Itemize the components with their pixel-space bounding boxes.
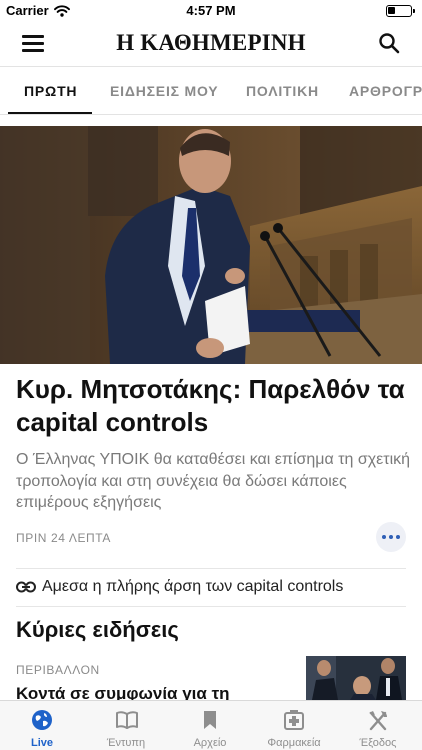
story-thumbnail[interactable] <box>306 656 406 700</box>
lead-story-summary: Ο Έλληνας ΥΠΟΙΚ θα καταθέσει και επίσημα… <box>16 451 411 511</box>
active-tab-indicator <box>8 112 92 114</box>
app-header: Η ΚΑΘΗΜΕΡΙΝΗ <box>0 22 422 66</box>
tab-live[interactable]: Live <box>0 701 84 750</box>
masthead-logo: Η ΚΑΘΗΜΕΡΙΝΗ <box>116 30 306 55</box>
tab-politiki[interactable]: ΠΟΛΙΤΙΚΗ <box>246 83 319 99</box>
main-news-heading: Κύριες ειδήσεις <box>16 617 179 642</box>
open-book-icon <box>116 711 138 729</box>
tab-entypi[interactable]: Έντυπη <box>84 701 168 750</box>
tab-exodos-label: Έξοδος <box>359 737 397 749</box>
tab-eidiseis-mou[interactable]: ΕΙΔΗΣΕΙΣ ΜΟΥ <box>110 83 218 99</box>
bottom-tab-bar: Live Έντυπη Αρχείο Φαρμακεία Έξοδος <box>0 700 422 750</box>
related-story-link[interactable]: Αμεσα η πλήρης άρση των capital controls <box>16 576 343 598</box>
lead-story-headline[interactable]: Κυρ. Μητσοτάκης: Παρελθόν τα capital con… <box>16 373 416 439</box>
battery-icon <box>386 5 415 17</box>
story-thumbnail-photo <box>306 656 406 700</box>
story-category: ΠΕΡΙΒΑΛΛΟΝ <box>16 663 100 677</box>
clock: 4:57 PM <box>186 3 236 18</box>
tab-archeio[interactable]: Αρχείο <box>168 701 252 750</box>
globe-icon <box>32 710 52 730</box>
pharmacy-cross-icon <box>284 710 304 730</box>
speaker-at-podium-photo <box>0 126 422 364</box>
fork-knife-icon <box>369 711 387 731</box>
tab-entypi-label: Έντυπη <box>106 737 146 749</box>
divider <box>16 568 406 569</box>
tab-live-label: Live <box>30 737 53 749</box>
tab-proti[interactable]: ΠΡΩΤΗ <box>24 83 77 99</box>
tab-arthrografia[interactable]: ΑΡΘΡΟΓΡΑΦΙΑ <box>349 83 422 99</box>
lead-story-image[interactable] <box>0 126 422 364</box>
more-options-button[interactable] <box>376 522 406 552</box>
status-bar: Carrier 4:57 PM <box>0 0 422 22</box>
tab-farmakeia-label: Φαρμακεία <box>267 737 321 749</box>
lead-story-timestamp: ΠΡΙΝ 24 ΛΕΠΤΑ <box>16 531 111 545</box>
tab-exodos[interactable]: Έξοδος <box>336 701 420 750</box>
link-icon <box>16 581 36 593</box>
related-story-label: Αμεσα η πλήρης άρση των capital controls <box>42 578 344 595</box>
search-icon[interactable] <box>378 32 400 54</box>
divider <box>16 606 406 607</box>
tab-archeio-label: Αρχείο <box>193 737 227 749</box>
bookmark-icon <box>204 711 216 729</box>
section-tabs: ΠΡΩΤΗ ΕΙΔΗΣΕΙΣ ΜΟΥ ΠΟΛΙΤΙΚΗ ΑΡΘΡΟΓΡΑΦΙΑ <box>0 66 422 115</box>
tab-farmakeia[interactable]: Φαρμακεία <box>252 701 336 750</box>
